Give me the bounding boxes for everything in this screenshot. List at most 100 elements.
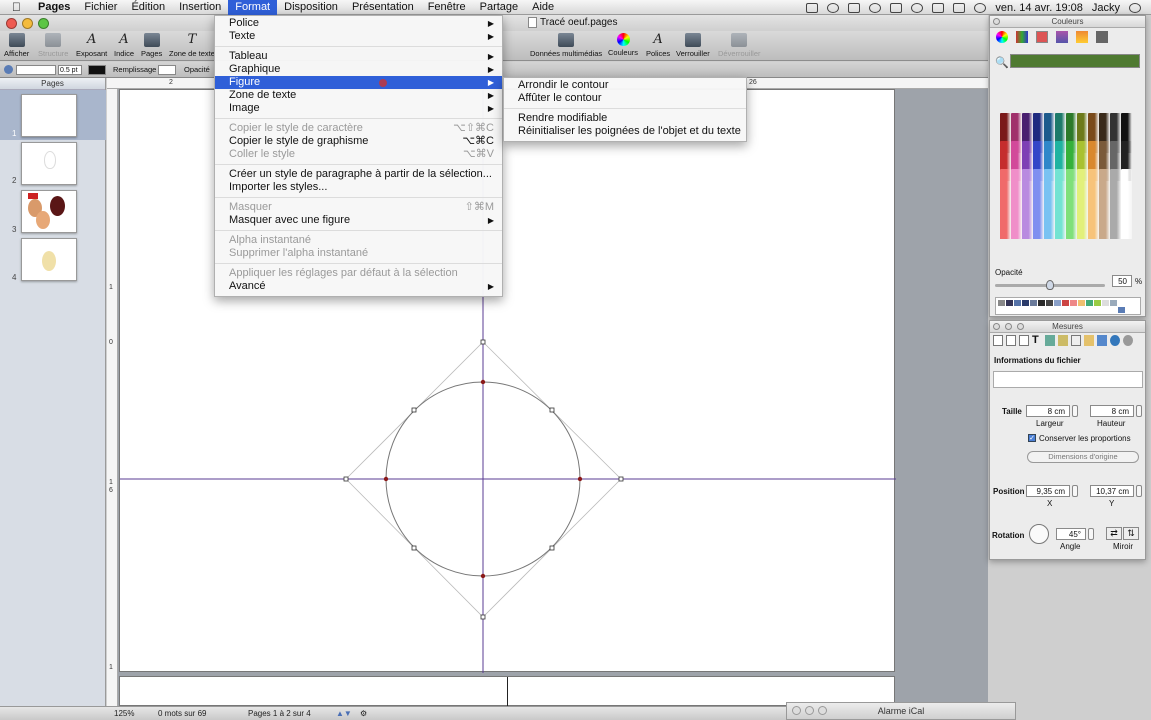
color-swatch[interactable] [1078, 300, 1085, 306]
status-sync-icon[interactable] [827, 2, 840, 13]
ical-zoom-icon[interactable] [818, 706, 827, 715]
menubar-clock[interactable]: ven. 14 avr. 19:08 [995, 2, 1082, 14]
menu-disposition[interactable]: Disposition [277, 0, 345, 15]
status-volume-icon[interactable] [932, 2, 945, 13]
page-thumbnail-1[interactable] [21, 94, 77, 137]
format-menu-item-alpha-instantane[interactable]: Alpha instantané [215, 234, 502, 247]
format-menu-item-graphique[interactable]: Graphique ▶ [215, 63, 502, 76]
angle-stepper[interactable] [1088, 528, 1094, 540]
color-swatch[interactable] [1014, 300, 1021, 306]
chart-tab-icon[interactable] [1097, 335, 1107, 346]
format-menu-item-coller-le-style[interactable]: Coller le style ⌥⌘V [215, 148, 502, 161]
status-timemachine-icon[interactable] [869, 2, 882, 13]
color-swatch[interactable] [1110, 300, 1117, 306]
apple-menu-icon[interactable]:  [0, 0, 31, 15]
status-flag-icon[interactable] [974, 2, 987, 13]
color-swatch[interactable] [1006, 300, 1013, 306]
text-tab-icon[interactable]: T [1032, 335, 1042, 346]
color-swatch[interactable] [1022, 300, 1029, 306]
figure-submenu-item-rendre-modifiable[interactable]: Rendre modifiable [504, 112, 746, 125]
stroke-width-input[interactable]: 0.5 pt [58, 65, 82, 75]
format-menu-item-masquer-avec-une-figure[interactable]: Masquer avec une figure ▶ [215, 214, 502, 227]
menu-fenetre[interactable]: Fenêtre [421, 0, 473, 15]
format-menu-item-copier-le-style-de-graphisme[interactable]: Copier le style de graphisme ⌥⌘C [215, 135, 502, 148]
status-bluetooth-icon[interactable] [890, 2, 903, 13]
image-palettes-tab-icon[interactable] [1056, 31, 1068, 43]
media-button[interactable]: Données multimédias [530, 33, 602, 58]
stroke-color-well[interactable] [88, 65, 106, 75]
width-stepper[interactable] [1072, 405, 1078, 417]
ical-minimize-icon[interactable] [805, 706, 814, 715]
page-nav-arrows-icon[interactable]: ▲▼ [336, 709, 352, 718]
color-palettes-tab-icon[interactable] [1036, 31, 1048, 43]
format-menu-item-masquer[interactable]: Masquer ⇧⌘M [215, 201, 502, 214]
width-input[interactable]: 8 cm [1026, 405, 1070, 417]
color-sliders-tab-icon[interactable] [1016, 31, 1028, 43]
subscript-button[interactable]: A Indice [114, 33, 134, 59]
crayon[interactable] [1066, 169, 1077, 239]
crayon[interactable] [1077, 169, 1088, 239]
crayon[interactable] [1000, 169, 1011, 239]
crayon[interactable] [1088, 169, 1099, 239]
format-menu-item-police[interactable]: Police ▶ [215, 17, 502, 30]
superscript-button[interactable]: A Exposant [76, 33, 107, 59]
stroke-style-select[interactable] [16, 65, 56, 75]
color-swatch[interactable] [1070, 300, 1077, 306]
color-wheel-tab-icon[interactable] [996, 31, 1008, 43]
zoom-window-icon[interactable] [38, 18, 49, 29]
status-battery-icon[interactable] [953, 2, 966, 13]
format-menu-item-appliquer-les-reglages-par-defaut-a-la-selection[interactable]: Appliquer les réglages par défaut à la s… [215, 267, 502, 280]
textbox-button[interactable]: T Zone de texte [169, 33, 215, 59]
document-page-next[interactable] [119, 676, 895, 707]
format-menu-item-creer-un-style-de-paragraphe-a-partir-de-la-selection[interactable]: Créer un style de paragraphe à partir de… [215, 168, 502, 181]
crayon[interactable] [1033, 169, 1044, 239]
color-swatch[interactable] [1046, 300, 1053, 306]
original-size-button[interactable]: Dimensions d'origine [1027, 451, 1139, 463]
zoom-select[interactable]: 125% [114, 709, 134, 718]
fill-color-well[interactable] [158, 65, 176, 75]
page-thumbnail-2[interactable] [21, 142, 77, 185]
figure-submenu-item-reinitialiser-les-poignees-de-l-objet-et-du-texte[interactable]: Réinitialiser les poignées de l'objet et… [504, 125, 746, 138]
flip-horizontal-icon[interactable]: ⇄ [1106, 527, 1122, 540]
color-swatch[interactable] [1062, 300, 1069, 306]
layout-tab-icon[interactable] [1006, 335, 1016, 346]
keep-proportions-checkbox[interactable]: ✓ [1028, 434, 1036, 442]
color-swatch[interactable] [1086, 300, 1093, 306]
height-input[interactable]: 8 cm [1090, 405, 1134, 417]
height-stepper[interactable] [1136, 405, 1142, 417]
menu-presentation[interactable]: Présentation [345, 0, 421, 15]
pages-button[interactable]: Pages [141, 33, 162, 58]
status-display-icon[interactable] [806, 2, 819, 13]
x-position-input[interactable]: 9,35 cm [1026, 485, 1070, 497]
graphic-tab-icon[interactable] [1058, 335, 1068, 346]
selected-color-swatch[interactable] [1010, 54, 1140, 68]
menu-insertion[interactable]: Insertion [172, 0, 228, 15]
color-swatch[interactable] [1054, 300, 1061, 306]
figure-submenu-item-arrondir-le-contour[interactable]: Arrondir le contour [504, 79, 746, 92]
menubar-user[interactable]: Jacky [1092, 2, 1120, 14]
color-swatch[interactable] [1118, 307, 1125, 313]
magnifier-icon[interactable]: 🔍 [995, 56, 1009, 69]
spotlight-search-icon[interactable] [1129, 2, 1141, 13]
rotation-wheel[interactable] [1029, 524, 1049, 544]
format-menu-item-texte[interactable]: Texte ▶ [215, 30, 502, 43]
unlock-button[interactable]: Déverrouiller [718, 33, 761, 58]
color-swatch[interactable] [1030, 300, 1037, 306]
format-menu-item-zone-de-texte[interactable]: Zone de texte ▶ [215, 89, 502, 102]
ical-close-icon[interactable] [792, 706, 801, 715]
status-wifi-icon[interactable] [911, 2, 924, 13]
format-menu-item-copier-le-style-de-caractere[interactable]: Copier le style de caractère ⌥⇧⌘C [215, 122, 502, 135]
lock-button[interactable]: Verrouiller [676, 33, 710, 58]
colors-button[interactable]: Couleurs [608, 33, 638, 57]
structure-button[interactable]: Structure [38, 33, 68, 58]
wrap-tab-icon[interactable] [1045, 335, 1055, 346]
color-swatch[interactable] [998, 300, 1005, 306]
figure-submenu-item-affuter-le-contour[interactable]: Affûter le contour [504, 92, 746, 105]
crayon[interactable] [1011, 169, 1022, 239]
crayon[interactable] [1121, 169, 1132, 239]
menu-format[interactable]: Format [228, 0, 278, 15]
crayon[interactable] [1022, 169, 1033, 239]
crayons-tab-icon[interactable] [1076, 31, 1088, 43]
page-thumbnail-4[interactable] [21, 238, 77, 281]
view-button[interactable]: Afficher [4, 33, 29, 58]
